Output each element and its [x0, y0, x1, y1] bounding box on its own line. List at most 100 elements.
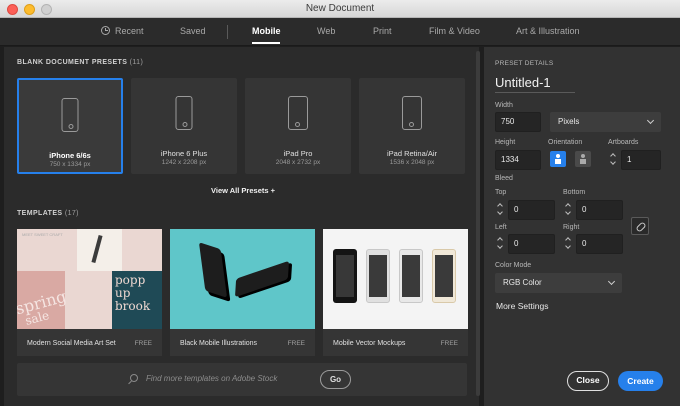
preset-card[interactable]: iPad Pro 2048 x 2732 px: [245, 78, 351, 174]
height-field[interactable]: 1334: [495, 150, 541, 170]
template-name: Modern Social Media Art Set: [27, 340, 116, 347]
tab-web[interactable]: Web: [317, 26, 335, 36]
bleed-left-field[interactable]: 0: [508, 234, 555, 254]
bleed-bottom-label: Bottom: [563, 189, 586, 196]
template-card[interactable]: MEET SWEET CRAFT spring sale popp up brook…: [17, 229, 162, 356]
name-underline: [495, 92, 575, 93]
bleed-top-label: Top: [495, 189, 507, 196]
chevron-down-icon: [607, 277, 616, 286]
tab-film-video[interactable]: Film & Video: [429, 26, 480, 36]
template-thumbnail-text: MEET SWEET CRAFT: [22, 232, 63, 237]
view-all-presets-link[interactable]: View All Presets +: [211, 186, 275, 195]
template-thumbnail-text: popp up brook: [115, 273, 151, 313]
preset-card[interactable]: iPhone 6 Plus 1242 x 2208 px: [131, 78, 237, 174]
preset-name: iPad Retina/Air: [386, 149, 438, 158]
bleed-left-label: Left: [495, 224, 507, 231]
stepper-down-icon[interactable]: [565, 209, 571, 215]
free-badge: FREE: [134, 340, 152, 347]
tablet-icon: [288, 96, 308, 130]
bleed-right-label: Right: [563, 224, 580, 231]
scrollbar[interactable]: [476, 51, 480, 396]
template-thumbnail: [323, 229, 468, 329]
color-mode-value: RGB Color: [503, 278, 542, 287]
artboards-label: Artboards: [608, 139, 639, 146]
stepper-down-icon[interactable]: [565, 243, 571, 249]
preset-size: 1242 x 2208 px: [161, 159, 207, 166]
templates-section-title: TEMPLATES (17): [17, 210, 79, 217]
stepper-down-icon[interactable]: [497, 243, 503, 249]
phone-icon: [175, 96, 193, 130]
tab-art-illustration[interactable]: Art & Illustration: [516, 26, 580, 36]
title-bar: New Document: [0, 0, 680, 18]
bleed-left-stepper[interactable]: [496, 234, 506, 254]
portrait-icon: [555, 154, 561, 164]
tablet-icon: [402, 96, 422, 130]
window-title: New Document: [305, 3, 375, 14]
stock-search-input[interactable]: Find more templates on Adobe Stock: [146, 374, 277, 383]
clock-icon: [101, 26, 110, 35]
preset-size: 1536 x 2048 px: [389, 159, 435, 166]
link-icon[interactable]: [631, 217, 649, 235]
stepper-down-icon[interactable]: [497, 209, 503, 215]
bleed-right-field[interactable]: 0: [576, 234, 623, 254]
template-card[interactable]: Mobile Vector Mockups FREE: [323, 229, 468, 356]
tab-saved[interactable]: Saved: [180, 26, 206, 36]
stock-search-bar: Find more templates on Adobe Stock Go: [17, 363, 467, 396]
width-label: Width: [495, 102, 513, 109]
stepper-up-icon[interactable]: [610, 153, 616, 159]
phone-icon: [61, 98, 79, 132]
bleed-top-field[interactable]: 0: [508, 200, 555, 220]
height-label: Height: [495, 139, 516, 146]
bleed-top-stepper[interactable]: [496, 200, 506, 220]
preset-details-panel: PRESET DETAILS Untitled-1 Width 750 Pixe…: [484, 47, 680, 406]
color-mode-select[interactable]: RGB Color: [495, 273, 622, 293]
go-button[interactable]: Go: [320, 370, 351, 389]
close-button[interactable]: Close: [567, 371, 609, 391]
preset-card[interactable]: iPad Retina/Air 1536 x 2048 px: [359, 78, 465, 174]
unit-select[interactable]: Pixels: [550, 112, 661, 132]
template-name: Black Mobile Illustrations: [180, 340, 258, 347]
bleed-label: Bleed: [495, 175, 513, 182]
preset-size: 750 x 1334 px: [49, 161, 91, 168]
chevron-down-icon: [646, 116, 655, 125]
landscape-orientation-button[interactable]: [575, 151, 591, 167]
template-card[interactable]: Black Mobile Illustrations FREE: [170, 229, 315, 356]
category-tabs: Recent Saved Mobile Web Print Film & Vid…: [0, 18, 680, 46]
bleed-bottom-stepper[interactable]: [564, 200, 574, 220]
more-settings-link[interactable]: More Settings: [496, 301, 548, 311]
tab-divider: [227, 25, 228, 39]
width-field[interactable]: 750: [495, 112, 541, 132]
stepper-up-icon[interactable]: [565, 203, 571, 209]
unit-value: Pixels: [558, 117, 580, 126]
preset-name: iPhone 6 Plus: [160, 149, 208, 158]
preset-size: 2048 x 2732 px: [275, 159, 321, 166]
stepper-up-icon[interactable]: [497, 203, 503, 209]
free-badge: FREE: [440, 340, 458, 347]
create-button[interactable]: Create: [618, 371, 663, 391]
portrait-orientation-button[interactable]: [550, 151, 566, 167]
presets-section-title: BLANK DOCUMENT PRESETS (11): [17, 59, 144, 66]
bleed-right-stepper[interactable]: [564, 234, 574, 254]
template-name: Mobile Vector Mockups: [333, 340, 406, 347]
stepper-down-icon[interactable]: [610, 159, 616, 165]
stepper-up-icon[interactable]: [565, 237, 571, 243]
bleed-bottom-field[interactable]: 0: [576, 200, 623, 220]
preset-name: iPhone 6/6s: [49, 151, 91, 160]
orientation-label: Orientation: [548, 139, 583, 146]
tab-recent[interactable]: Recent: [101, 26, 144, 36]
preset-details-header: PRESET DETAILS: [495, 60, 554, 67]
search-icon: [130, 374, 138, 382]
artboards-field[interactable]: 1: [621, 150, 661, 170]
stepper-up-icon[interactable]: [497, 237, 503, 243]
landscape-icon: [580, 154, 586, 164]
template-thumbnail: [170, 229, 315, 329]
document-name-field[interactable]: Untitled-1: [495, 75, 551, 90]
tab-mobile[interactable]: Mobile: [252, 26, 281, 36]
active-tab-underline: [252, 42, 280, 44]
artboards-stepper[interactable]: [609, 150, 619, 170]
preset-name: iPad Pro: [283, 149, 313, 158]
preset-card[interactable]: iPhone 6/6s 750 x 1334 px: [17, 78, 123, 174]
color-mode-label: Color Mode: [495, 262, 532, 269]
free-badge: FREE: [287, 340, 305, 347]
tab-print[interactable]: Print: [373, 26, 392, 36]
